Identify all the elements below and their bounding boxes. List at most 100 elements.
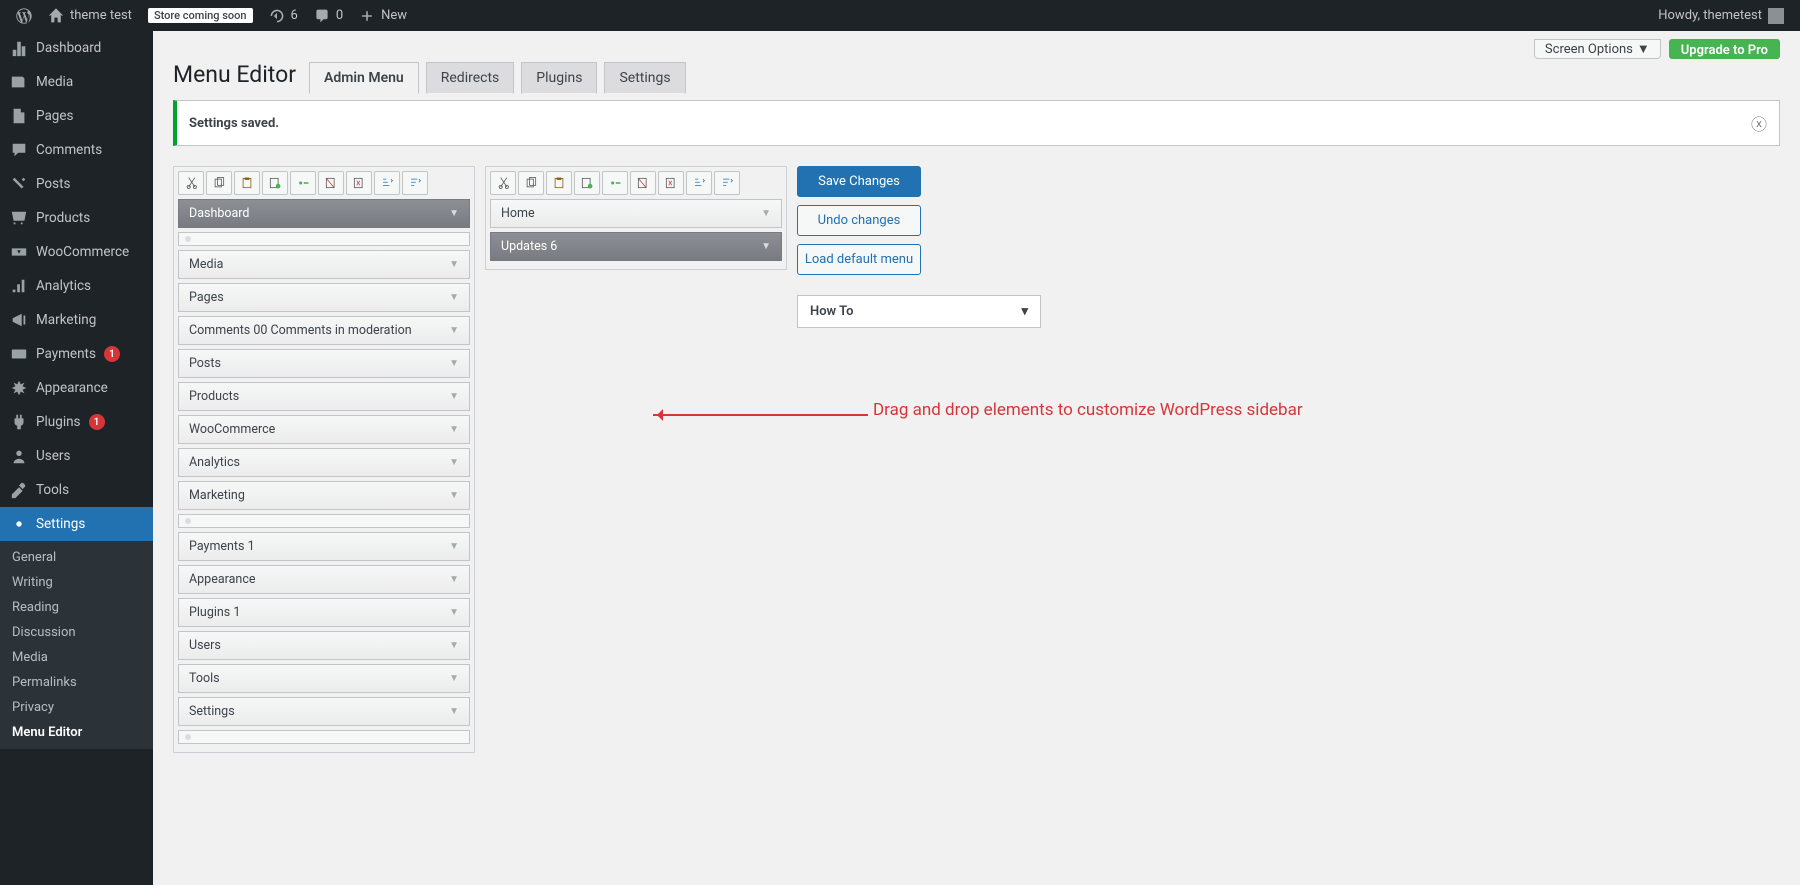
menu-separator[interactable] (178, 514, 470, 528)
hide-icon (324, 176, 338, 190)
marketing-icon (10, 311, 28, 329)
sidebar-sub-permalinks[interactable]: Permalinks (0, 670, 153, 695)
sidebar-item-products[interactable]: Products (0, 201, 153, 235)
menu-item[interactable]: Users▼ (178, 631, 470, 660)
hide-button[interactable] (318, 171, 344, 195)
menu-item[interactable]: Settings▼ (178, 697, 470, 726)
upgrade-button[interactable]: Upgrade to Pro (1669, 39, 1780, 59)
menu-item[interactable]: Home▼ (490, 199, 782, 228)
paste-button[interactable] (234, 171, 260, 195)
copy-button[interactable] (206, 171, 232, 195)
delete-button[interactable] (658, 171, 684, 195)
menu-item[interactable]: Posts ▼ (178, 349, 470, 378)
sidebar-sub-discussion[interactable]: Discussion (0, 620, 153, 645)
cut-icon (496, 176, 510, 190)
menu-item-label: Products (189, 389, 239, 404)
sidebar-item-appearance[interactable]: Appearance (0, 371, 153, 405)
screen-options-toggle[interactable]: Screen Options ▼ (1534, 39, 1661, 59)
new-sep-icon (608, 176, 622, 190)
comments-link[interactable]: 0 (306, 0, 351, 31)
sidebar-item-tools[interactable]: Tools (0, 473, 153, 507)
dismiss-notice-button[interactable]: ⓧ (1751, 111, 1767, 135)
sidebar-item-analytics[interactable]: Analytics (0, 269, 153, 303)
wp-logo[interactable] (8, 0, 40, 31)
sidebar-badge: 1 (89, 414, 105, 430)
menu-item-label: Pages (189, 290, 224, 305)
site-home[interactable]: theme test (40, 0, 140, 31)
menu-item[interactable]: Pages▼ (178, 283, 470, 312)
menu-item[interactable]: Updates 6▼ (490, 232, 782, 261)
sidebar-item-users[interactable]: Users (0, 439, 153, 473)
sort-desc-button[interactable] (402, 171, 428, 195)
undo-button[interactable]: Undo changes (797, 205, 921, 236)
how-to-dropdown[interactable]: How To▾ (797, 295, 1041, 328)
menu-item[interactable]: Plugins 1▼ (178, 598, 470, 627)
menu-item[interactable]: Products▼ (178, 382, 470, 411)
chevron-down-icon: ▼ (449, 259, 459, 270)
menu-item[interactable]: Analytics▼ (178, 448, 470, 477)
menu-item[interactable]: Media▼ (178, 250, 470, 279)
sort-desc-button[interactable] (714, 171, 740, 195)
tab-settings[interactable]: Settings (604, 62, 685, 94)
new-sep-icon (296, 176, 310, 190)
cut-button[interactable] (490, 171, 516, 195)
sort-asc-button[interactable] (374, 171, 400, 195)
menu-item[interactable]: Appearance▼ (178, 565, 470, 594)
hide-button[interactable] (630, 171, 656, 195)
sidebar-sub-menu-editor[interactable]: Menu Editor (0, 720, 153, 745)
menu-item[interactable]: Marketing▼ (178, 481, 470, 510)
new-icon (268, 176, 282, 190)
sidebar-sub-media[interactable]: Media (0, 645, 153, 670)
load-default-button[interactable]: Load default menu (797, 244, 921, 275)
updates-link[interactable]: 6 (261, 0, 306, 31)
sort-desc-icon (720, 176, 734, 190)
new-sep-button[interactable] (290, 171, 316, 195)
copy-button[interactable] (518, 171, 544, 195)
save-button[interactable]: Save Changes (797, 166, 921, 197)
new-content[interactable]: New (351, 0, 415, 31)
sidebar-sub-reading[interactable]: Reading (0, 595, 153, 620)
new-button[interactable] (574, 171, 600, 195)
sort-asc-icon (380, 176, 394, 190)
sidebar-item-woocommerce[interactable]: WooCommerce (0, 235, 153, 269)
sidebar-item-settings[interactable]: Settings (0, 507, 153, 541)
sidebar-item-label: Products (36, 210, 90, 226)
new-sep-button[interactable] (602, 171, 628, 195)
paste-button[interactable] (546, 171, 572, 195)
menu-item[interactable]: Tools▼ (178, 664, 470, 693)
new-button[interactable] (262, 171, 288, 195)
menu-item[interactable]: Dashboard▼ (178, 199, 470, 228)
chevron-down-icon: ▼ (449, 325, 459, 336)
sidebar-item-label: Payments (36, 346, 96, 362)
store-status[interactable]: Store coming soon (140, 0, 261, 31)
dashboard-icon (10, 39, 28, 57)
tab-plugins[interactable]: Plugins (521, 62, 597, 94)
cut-button[interactable] (178, 171, 204, 195)
tab-admin-menu[interactable]: Admin Menu (309, 62, 419, 94)
chevron-down-icon: ▼ (1637, 41, 1650, 57)
menu-item[interactable]: WooCommerce▼ (178, 415, 470, 444)
menu-item[interactable]: Payments 1▼ (178, 532, 470, 561)
user-account[interactable]: Howdy, themetest (1650, 0, 1792, 31)
sidebar-item-payments[interactable]: Payments1 (0, 337, 153, 371)
tab-redirects[interactable]: Redirects (426, 62, 515, 94)
menu-item-label: Posts (189, 356, 221, 371)
sidebar-item-pages[interactable]: Pages (0, 99, 153, 133)
sidebar-item-dashboard[interactable]: Dashboard (0, 31, 153, 65)
delete-button[interactable] (346, 171, 372, 195)
menu-separator[interactable] (178, 232, 470, 246)
sidebar-item-comments[interactable]: Comments (0, 133, 153, 167)
menu-separator[interactable] (178, 730, 470, 744)
sidebar-item-plugins[interactable]: Plugins1 (0, 405, 153, 439)
chevron-down-icon: ▼ (449, 358, 459, 369)
annotation-arrow (653, 414, 868, 416)
sidebar-item-posts[interactable]: Posts (0, 167, 153, 201)
menu-item[interactable]: Comments 00 Comments in moderation▼ (178, 316, 470, 345)
sidebar-sub-writing[interactable]: Writing (0, 570, 153, 595)
sidebar-sub-general[interactable]: General (0, 545, 153, 570)
success-notice: Settings saved. ⓧ (173, 100, 1780, 146)
sidebar-item-media[interactable]: Media (0, 65, 153, 99)
sidebar-sub-privacy[interactable]: Privacy (0, 695, 153, 720)
sidebar-item-marketing[interactable]: Marketing (0, 303, 153, 337)
sort-asc-button[interactable] (686, 171, 712, 195)
